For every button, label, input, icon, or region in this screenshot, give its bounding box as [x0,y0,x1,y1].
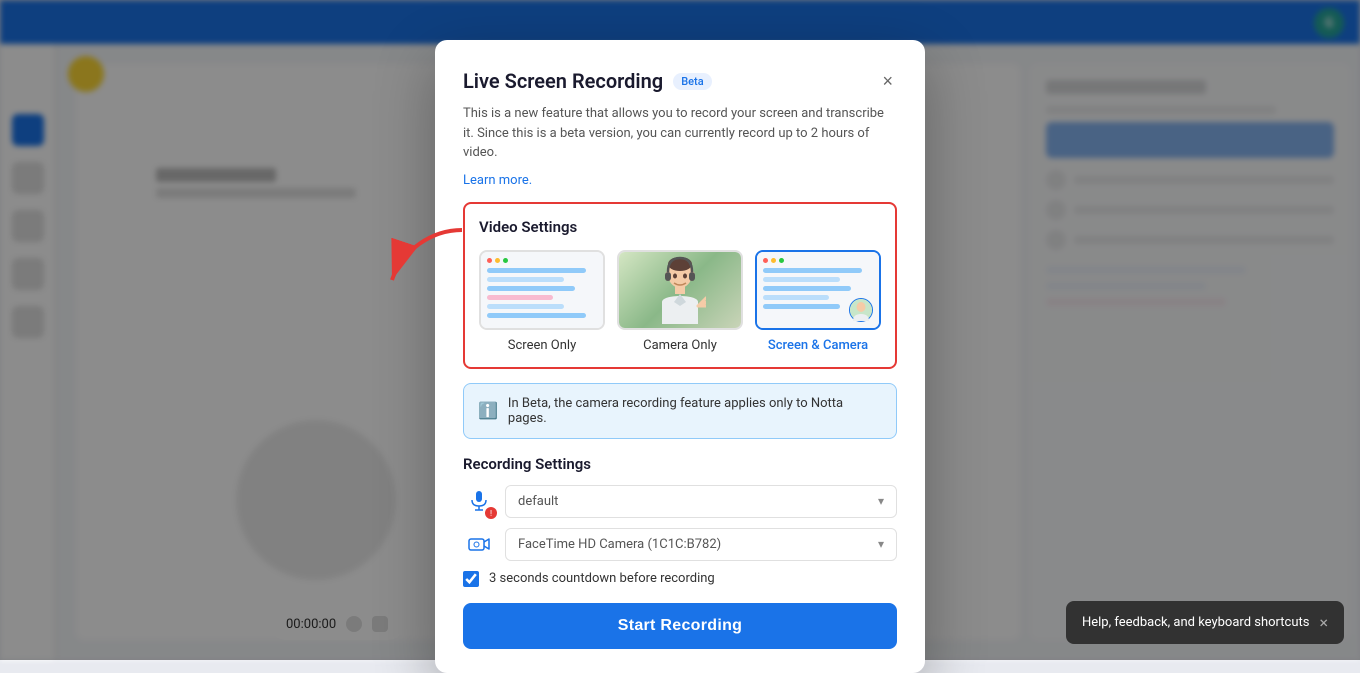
mic-select-value: default [518,494,558,509]
mic-select-arrow: ▾ [878,494,884,508]
toast-text: Help, feedback, and keyboard shortcuts [1082,615,1310,630]
mic-setting-row: ! default ▾ [463,485,897,518]
camera-only-label: Camera Only [643,338,717,353]
info-banner: ℹ️ In Beta, the camera recording feature… [463,383,897,439]
camera-setting-row: FaceTime HD Camera (1C1C:B782) ▾ [463,528,897,561]
video-settings-section: Video Settings [463,202,897,369]
screen-camera-thumb [755,250,881,330]
screen-only-label: Screen Only [508,338,576,353]
screen-only-thumb [479,250,605,330]
camera-select-arrow: ▾ [878,537,884,551]
mic-icon-wrap: ! [463,485,495,517]
screen-only-option[interactable]: Screen Only [479,250,605,353]
camera-icon [467,532,491,556]
learn-more-link[interactable]: Learn more. [463,173,532,188]
camera-person-svg [654,256,706,324]
small-avatar [849,298,873,322]
video-settings-title: Video Settings [479,218,881,236]
countdown-label: 3 seconds countdown before recording [489,571,715,586]
screen-camera-label: Screen & Camera [768,338,868,353]
camera-only-thumb [617,250,743,330]
modal-description: This is a new feature that allows you to… [463,104,897,163]
toast-close-button[interactable]: × [1319,613,1328,632]
beta-badge: Beta [673,73,711,90]
camera-select-value: FaceTime HD Camera (1C1C:B782) [518,537,721,552]
info-icon: ℹ️ [478,401,498,420]
modal-close-button[interactable]: × [878,68,897,94]
modal-header: Live Screen Recording Beta × [463,68,897,94]
video-options-container: Screen Only [479,250,881,353]
info-banner-text: In Beta, the camera recording feature ap… [508,396,882,426]
camera-icon-wrap [463,528,495,560]
camera-select[interactable]: FaceTime HD Camera (1C1C:B782) ▾ [505,528,897,561]
modal-title-row: Live Screen Recording Beta [463,69,712,93]
mic-select[interactable]: default ▾ [505,485,897,518]
countdown-checkbox[interactable] [463,571,479,587]
screen-camera-option[interactable]: Screen & Camera [755,250,881,353]
start-recording-button[interactable]: Start Recording [463,603,897,649]
help-toast: Help, feedback, and keyboard shortcuts × [1066,601,1344,644]
camera-only-option[interactable]: Camera Only [617,250,743,353]
modal-title: Live Screen Recording [463,69,663,93]
countdown-row: 3 seconds countdown before recording [463,571,897,587]
live-screen-recording-modal: Live Screen Recording Beta × This is a n… [435,40,925,673]
mic-error-badge: ! [485,507,497,519]
recording-settings-title: Recording Settings [463,455,897,473]
